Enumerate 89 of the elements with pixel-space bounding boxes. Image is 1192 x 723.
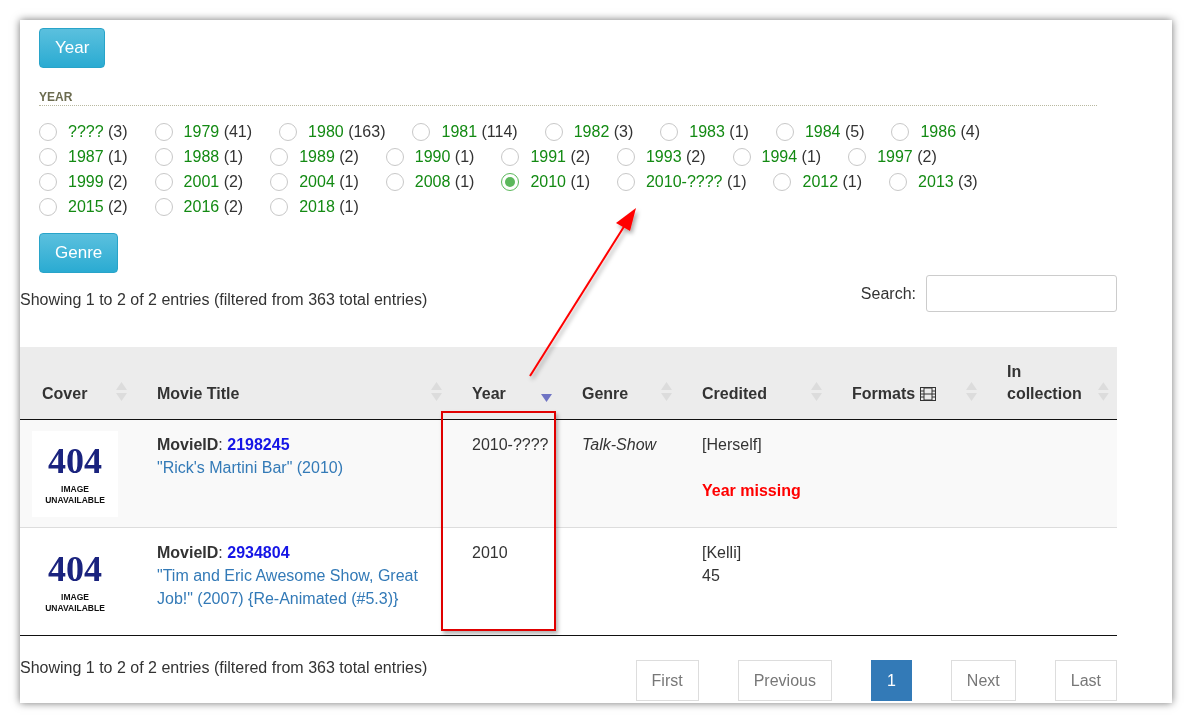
radio-button[interactable] <box>270 172 289 191</box>
year-option-label[interactable]: 1984 (5) <box>804 122 865 141</box>
column-header[interactable]: Formats <box>852 383 936 405</box>
year-option-label[interactable]: 1997 (2) <box>877 147 937 166</box>
entries-info: Showing 1 to 2 of 2 entries (filtered from 363 total entries) <box>20 659 428 677</box>
movie-title-link[interactable]: "Tim and Eric Awesome Show, Great Job!" (2007) {Re-Animated (#5.3)} <box>157 564 440 610</box>
year-option-label[interactable]: 1994 (1) <box>761 147 822 166</box>
radio-button[interactable] <box>39 172 57 191</box>
year-option-label[interactable]: 1987 (1) <box>68 147 128 166</box>
sort-descending-icon[interactable] <box>541 394 552 402</box>
year-option-label[interactable]: 2013 (3) <box>918 172 978 191</box>
radio-button[interactable] <box>270 147 289 166</box>
year-option-label[interactable]: 2010 (1) <box>530 172 590 191</box>
pagination-button[interactable]: Previous <box>737 660 832 701</box>
radio-button[interactable] <box>616 172 635 191</box>
entries-info: Showing 1 to 2 of 2 entries (filtered from 363 total entries) <box>20 291 428 309</box>
genre-cell: Talk-Show <box>582 436 657 453</box>
radio-button[interactable] <box>616 147 635 166</box>
year-cell: 2010 <box>472 544 508 561</box>
year-option-label[interactable]: 1991 (2) <box>530 147 590 166</box>
radio-button[interactable] <box>279 122 298 141</box>
movie-id-link[interactable]: 2934804 <box>227 544 290 561</box>
year-option-label[interactable]: 2016 (2) <box>183 197 244 216</box>
year-option-label[interactable]: ???? (3) <box>68 122 128 141</box>
column-header[interactable]: Year <box>472 383 506 405</box>
year-option-label[interactable]: 1983 (1) <box>689 122 749 141</box>
radio-button[interactable] <box>412 122 431 141</box>
year-option-label[interactable]: 1979 (41) <box>183 122 253 141</box>
column-header[interactable]: Cover <box>42 383 88 405</box>
credited-text: [Herself] <box>702 435 763 455</box>
search-field[interactable] <box>926 275 1117 312</box>
year-option-label[interactable]: 2018 (1) <box>299 197 359 216</box>
radio-button[interactable] <box>891 122 910 141</box>
radio-button[interactable] <box>154 172 173 191</box>
year-option-label[interactable]: 2004 (1) <box>299 172 359 191</box>
year-cell: 2010-???? <box>472 436 549 453</box>
image-unavailable-caption: IMAGE UNAVAILABLE <box>44 484 106 506</box>
radio-button[interactable] <box>154 197 173 216</box>
year-option-label[interactable]: 1993 (2) <box>645 147 706 166</box>
radio-button[interactable] <box>889 172 908 191</box>
year-option-label[interactable]: 1990 (1) <box>414 147 475 166</box>
movie-id-line: MovieID: 2198245 <box>157 435 291 455</box>
radio-button[interactable] <box>39 147 57 166</box>
year-option-label[interactable]: 1981 (114) <box>441 122 518 141</box>
radio-button[interactable] <box>270 197 289 216</box>
movie-title-link[interactable]: "Rick's Martini Bar" (2010) <box>157 456 440 479</box>
column-header[interactable]: Movie Title <box>157 383 240 405</box>
year-option-label[interactable]: 1989 (2) <box>299 147 359 166</box>
year-option-label[interactable]: 1982 (3) <box>573 122 634 141</box>
radio-button[interactable] <box>848 147 867 166</box>
radio-button[interactable] <box>39 122 57 141</box>
year-option-label[interactable]: 2001 (2) <box>183 172 244 191</box>
year-option-label[interactable]: 1999 (2) <box>68 172 128 191</box>
radio-button[interactable] <box>385 147 404 166</box>
credited-text: 45 <box>702 566 721 586</box>
year-option-label[interactable]: 1986 (4) <box>920 122 981 141</box>
year-option-label[interactable]: 2015 (2) <box>68 197 128 216</box>
pagination-button[interactable]: 1 <box>870 660 912 701</box>
year-option-label[interactable]: 2010-???? (1) <box>645 172 747 191</box>
year-option-label[interactable]: 1988 (1) <box>183 147 244 166</box>
image-unavailable-caption: IMAGE UNAVAILABLE <box>44 592 106 614</box>
error-code: 404 <box>48 550 102 588</box>
error-code: 404 <box>48 442 102 480</box>
radio-button[interactable] <box>39 197 57 216</box>
year-option-label[interactable]: 1980 (163) <box>308 122 386 141</box>
pagination-button[interactable]: First <box>635 660 699 701</box>
radio-button[interactable] <box>154 122 173 141</box>
filter-heading: YEAR <box>39 90 1097 106</box>
pagination-button[interactable]: Next <box>950 660 1016 701</box>
search-label: Search: <box>860 284 916 303</box>
year-option-label[interactable]: 2008 (1) <box>414 172 475 191</box>
movie-id-link[interactable]: 2198245 <box>227 436 290 453</box>
radio-button[interactable] <box>660 122 679 141</box>
radio-button[interactable] <box>385 172 404 191</box>
credited-text: [Kelli] <box>702 543 743 563</box>
radio-button[interactable] <box>501 172 520 191</box>
radio-button[interactable] <box>773 172 792 191</box>
year-option-label[interactable]: 2012 (1) <box>802 172 863 191</box>
radio-button[interactable] <box>544 122 563 141</box>
column-header[interactable]: Credited <box>702 383 767 405</box>
column-header[interactable]: In collection <box>1007 361 1099 405</box>
radio-button[interactable] <box>732 147 751 166</box>
pagination-button[interactable]: Last <box>1054 660 1117 701</box>
radio-button[interactable] <box>501 147 520 166</box>
column-header[interactable]: Genre <box>582 383 629 405</box>
year-missing-warning: Year missing <box>702 481 802 501</box>
movie-id-line: MovieID: 2934804 <box>157 543 291 563</box>
radio-button[interactable] <box>154 147 173 166</box>
radio-button[interactable] <box>775 122 794 141</box>
